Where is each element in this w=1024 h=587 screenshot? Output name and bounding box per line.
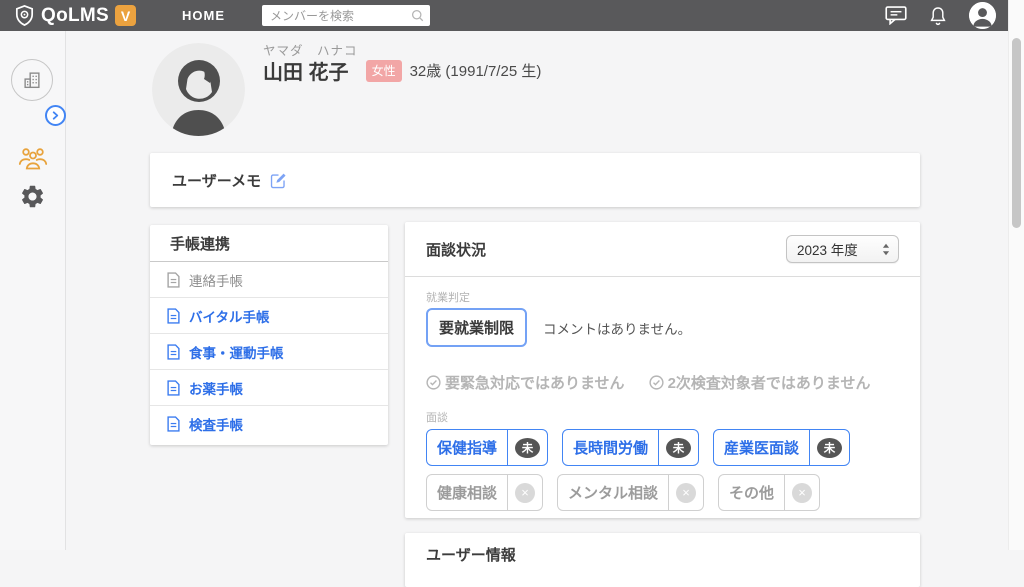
- chevron-right-icon: [51, 111, 60, 120]
- document-icon: [167, 272, 180, 288]
- none-status-badge: ×: [676, 483, 696, 503]
- interview-button-label: 健康相談: [427, 475, 507, 510]
- notebook-item-diet-exercise[interactable]: 食事・運動手帳: [150, 334, 388, 370]
- document-icon: [167, 344, 180, 360]
- user-name: 山田 花子: [263, 56, 349, 85]
- sidebar-item-organization[interactable]: [11, 59, 53, 101]
- sidebar-expand-button[interactable]: [45, 105, 66, 126]
- interview-card-body: 就業判定 要就業制限 コメントはありません。 要緊急対応ではありません 2次検査…: [405, 277, 920, 511]
- document-icon: [167, 416, 180, 432]
- notebook-item-medicine[interactable]: お薬手帳: [150, 370, 388, 406]
- interview-button-health-consultation[interactable]: 健康相談 ×: [426, 474, 543, 511]
- badge-wrap: 未: [508, 438, 547, 458]
- gear-icon: [19, 183, 46, 210]
- pending-status-badge: 未: [515, 438, 540, 458]
- interview-button-other[interactable]: その他 ×: [718, 474, 820, 511]
- interview-button-label: 長時間労働: [563, 430, 658, 465]
- home-nav[interactable]: HOME: [182, 8, 225, 23]
- interview-button-label: メンタル相談: [558, 475, 668, 510]
- user-memo-card: ユーザーメモ: [150, 153, 920, 207]
- interview-section-label: 面談: [426, 409, 899, 425]
- badge-wrap: 未: [659, 438, 698, 458]
- sidebar-item-settings[interactable]: [19, 183, 46, 210]
- notebook-links-card: 手帳連携 連絡手帳 バイタル手帳 食事・運動手帳 お薬手帳 検査手帳: [150, 225, 388, 445]
- edit-memo-icon[interactable]: [270, 172, 287, 189]
- notebook-item-examination[interactable]: 検査手帳: [150, 406, 388, 442]
- interview-card-header: 面談状況 2023 年度: [405, 222, 920, 277]
- document-icon: [167, 308, 180, 324]
- user-name-row: 山田 花子 女性 32歳 (1991/7/25 生): [263, 56, 541, 85]
- interview-button-label: その他: [719, 475, 784, 510]
- sidebar-item-members[interactable]: [17, 142, 49, 171]
- shield-logo-icon: [13, 4, 36, 27]
- pending-status-badge: 未: [666, 438, 691, 458]
- notebook-item-label: お薬手帳: [189, 378, 243, 398]
- logo-version-badge: V: [115, 5, 136, 26]
- document-icon: [167, 380, 180, 396]
- gender-badge: 女性: [366, 60, 402, 82]
- interview-button-label: 保健指導: [427, 430, 507, 465]
- status-flag-label: 2次検査対象者ではありません: [668, 372, 871, 393]
- interview-card-title: 面談状況: [426, 239, 486, 260]
- fiscal-year-value: 2023 年度: [797, 239, 858, 259]
- interview-button-health-guidance[interactable]: 保健指導 未: [426, 429, 548, 466]
- check-circle-icon: [649, 375, 664, 390]
- fiscal-year-select[interactable]: 2023 年度: [786, 235, 899, 263]
- notebook-item-label: 検査手帳: [189, 414, 243, 434]
- interview-button-label: 産業医面談: [714, 430, 809, 465]
- interview-button-mental-consultation[interactable]: メンタル相談 ×: [557, 474, 704, 511]
- badge-wrap: ×: [785, 483, 819, 503]
- interview-button-long-hours[interactable]: 長時間労働 未: [562, 429, 699, 466]
- notebook-item-label: バイタル手帳: [189, 306, 269, 326]
- scrollbar-thumb[interactable]: [1012, 38, 1021, 228]
- interview-pending-row: 保健指導 未 長時間労働 未 産業医面談 未: [426, 429, 899, 466]
- work-judgment-row: 要就業制限 コメントはありません。: [426, 308, 899, 347]
- scrollbar-track[interactable]: [1008, 0, 1024, 550]
- notebook-item-label: 食事・運動手帳: [189, 342, 284, 362]
- status-flag: 要緊急対応ではありません: [426, 372, 625, 393]
- top-bar: QoLMS V HOME: [0, 0, 1008, 31]
- status-flag-label: 要緊急対応ではありません: [445, 372, 625, 393]
- people-group-icon: [17, 142, 49, 171]
- user-info-card: ユーザー情報: [405, 533, 920, 587]
- search-input[interactable]: [262, 5, 430, 26]
- judgment-comment: コメントはありません。: [543, 318, 691, 338]
- none-status-badge: ×: [792, 483, 812, 503]
- building-icon: [21, 69, 43, 91]
- check-circle-icon: [426, 375, 441, 390]
- interview-none-row: 健康相談 × メンタル相談 × その他 ×: [426, 474, 899, 511]
- status-flags-row: 要緊急対応ではありません 2次検査対象者ではありません: [426, 372, 899, 393]
- notifications-bell-icon[interactable]: [930, 6, 946, 26]
- interview-status-card: 面談状況 2023 年度 就業判定 要就業制限 コメントはありません。 要緊急対…: [405, 222, 920, 518]
- pending-status-badge: 未: [817, 438, 842, 458]
- app-logo[interactable]: QoLMS V: [13, 4, 136, 27]
- badge-wrap: ×: [508, 483, 542, 503]
- work-judgment-label: 就業判定: [426, 289, 899, 305]
- badge-wrap: 未: [810, 438, 849, 458]
- logo-text: QoLMS: [41, 5, 109, 27]
- badge-wrap: ×: [669, 483, 703, 503]
- account-avatar[interactable]: [969, 2, 996, 29]
- interview-button-occupational-physician[interactable]: 産業医面談 未: [713, 429, 850, 466]
- message-icon[interactable]: [885, 6, 907, 25]
- notebook-card-title: 手帳連携: [170, 233, 230, 254]
- member-search: [262, 5, 430, 26]
- work-judgment-button[interactable]: 要就業制限: [426, 308, 527, 347]
- status-flag: 2次検査対象者ではありません: [649, 372, 871, 393]
- left-sidebar: [0, 31, 66, 550]
- user-avatar: [152, 43, 245, 136]
- header-actions: [885, 2, 996, 29]
- notebook-item-contact[interactable]: 連絡手帳: [150, 262, 388, 298]
- notebook-item-label: 連絡手帳: [189, 270, 243, 290]
- select-arrows-icon: [882, 243, 890, 256]
- none-status-badge: ×: [515, 483, 535, 503]
- notebook-card-header: 手帳連携: [150, 225, 388, 262]
- user-age: 32歳 (1991/7/25 生): [410, 60, 542, 81]
- user-memo-title: ユーザーメモ: [172, 170, 261, 191]
- notebook-item-vital[interactable]: バイタル手帳: [150, 298, 388, 334]
